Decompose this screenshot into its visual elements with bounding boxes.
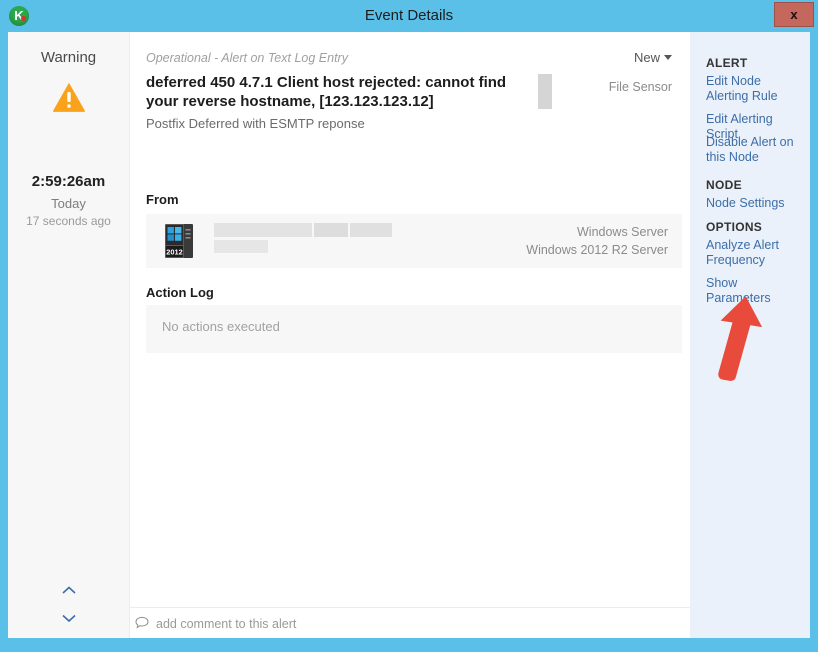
chevron-down-icon <box>664 55 672 60</box>
from-section-heading: From <box>146 192 179 207</box>
analyze-alert-frequency-link[interactable]: Analyze Alert Frequency <box>706 238 802 268</box>
alert-group-heading: ALERT <box>706 56 748 70</box>
disable-alert-on-node-link[interactable]: Disable Alert on this Node <box>706 135 802 165</box>
comment-bar[interactable]: add comment to this alert <box>130 607 690 639</box>
warning-triangle-icon <box>53 82 85 112</box>
event-main-panel: Operational - Alert on Text Log Entry Ne… <box>130 32 690 607</box>
redacted-node-detail <box>214 240 268 253</box>
from-node-card[interactable]: 2012 Windows Server Windows 2012 R2 Serv… <box>146 214 682 268</box>
node-settings-link[interactable]: Node Settings <box>706 196 802 211</box>
red-arrow-annotation-icon <box>718 296 763 381</box>
event-subtitle: Postfix Deferred with ESMTP reponse <box>146 116 365 131</box>
show-parameters-link[interactable]: Show Parameters <box>706 276 802 306</box>
action-log-empty-text: No actions executed <box>162 319 280 334</box>
event-relative-time: 17 seconds ago <box>26 214 111 228</box>
window-bottom-frame <box>0 638 818 652</box>
event-status-panel: Warning 2:59:26am Today 17 seconds ago <box>8 32 130 638</box>
event-title: deferred 450 4.7.1 Client host rejected:… <box>146 74 507 110</box>
node-group-heading: NODE <box>706 178 742 192</box>
window-title: Event Details <box>364 7 454 24</box>
event-time: 2:59:26am <box>31 173 106 190</box>
event-state-label: New <box>633 50 660 65</box>
node-os-info: Windows Server Windows 2012 R2 Server <box>526 223 668 259</box>
redacted-node-name <box>214 223 312 237</box>
severity-label: Warning <box>40 49 97 66</box>
title-bar: K Event Details x <box>0 0 818 32</box>
event-day: Today <box>51 196 86 211</box>
svg-text:2012: 2012 <box>166 248 182 257</box>
comment-input[interactable]: add comment to this alert <box>156 617 296 631</box>
action-log-heading: Action Log <box>146 285 214 300</box>
node-os-name: Windows Server <box>577 225 668 239</box>
action-log-card: No actions executed <box>146 305 682 353</box>
window-content: Warning 2:59:26am Today 17 seconds ago O… <box>8 32 810 639</box>
edit-node-alerting-rule-link[interactable]: Edit Node Alerting Rule <box>706 74 802 104</box>
actions-sidebar: ALERT Edit Node Alerting Rule Edit Alert… <box>690 32 810 638</box>
comment-bubble-icon <box>135 616 149 629</box>
event-state-dropdown[interactable]: New <box>634 50 672 65</box>
chevron-up-glyph <box>62 586 76 594</box>
chevron-down-icon[interactable] <box>56 608 82 630</box>
redacted-node-name-2 <box>314 223 348 237</box>
options-group-heading: OPTIONS <box>706 220 763 234</box>
node-os-version: Windows 2012 R2 Server <box>526 243 668 257</box>
close-button[interactable]: x <box>774 2 814 27</box>
sensor-type-label: File Sensor <box>608 80 672 94</box>
chevron-up-icon[interactable] <box>56 580 82 602</box>
event-details-window: K Event Details x Warning 2:59:26am Toda… <box>0 0 818 652</box>
windows-2012-server-icon: 2012 <box>165 224 193 258</box>
redacted-node-name-3 <box>350 223 392 237</box>
chevron-down-glyph <box>62 614 76 623</box>
event-category: Operational - Alert on Text Log Entry <box>146 51 348 65</box>
redacted-sensor-name <box>538 74 552 109</box>
